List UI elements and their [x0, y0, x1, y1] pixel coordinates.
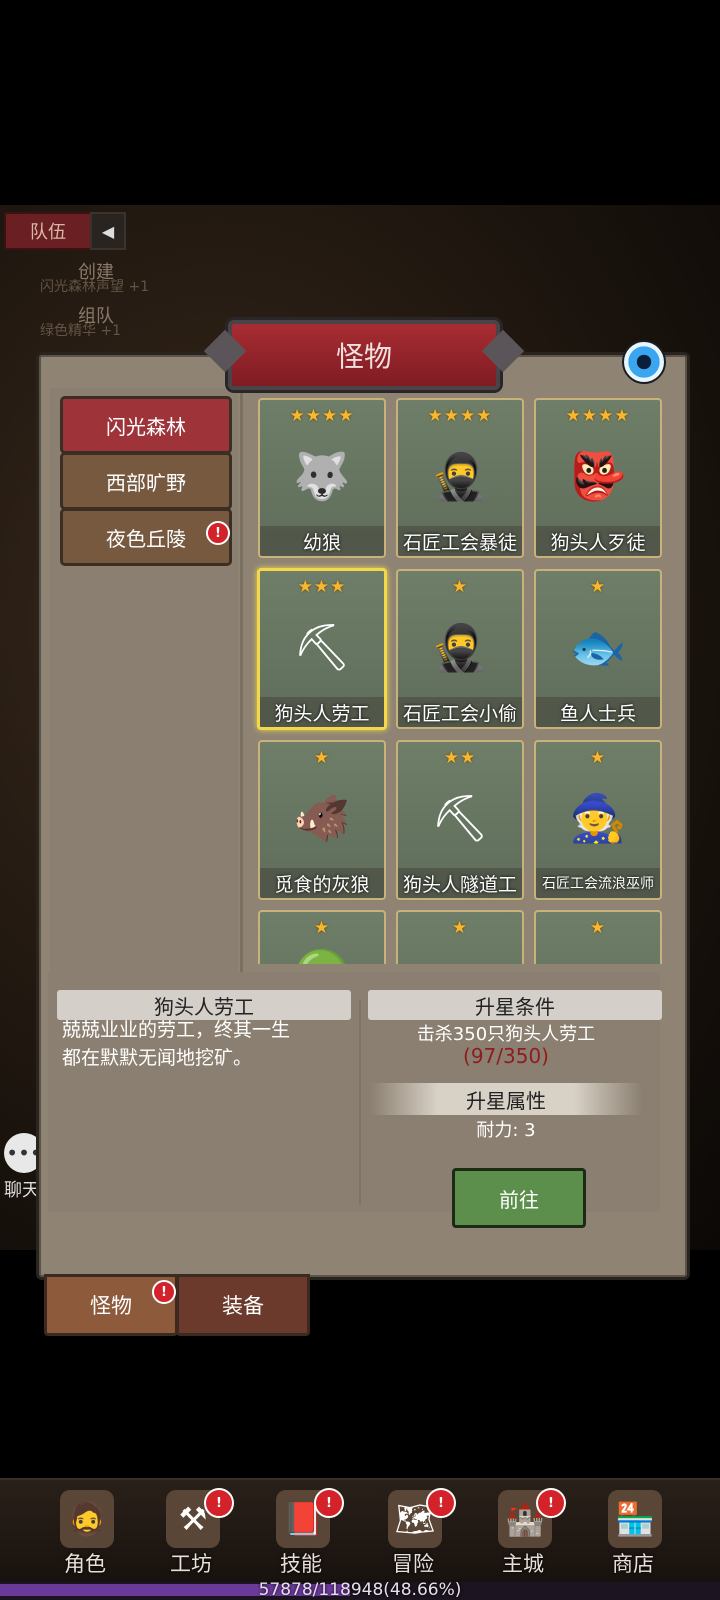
- panel-divider: [240, 388, 243, 973]
- region-alert-badge: !: [206, 521, 230, 545]
- panel-title: 怪物: [228, 320, 500, 390]
- kobold-bandit-icon: 👺: [569, 448, 627, 503]
- gray-wolf-icon: 🐗: [293, 790, 351, 845]
- monster-grid: ★★★★ 🐺 幼狼 ★★★★ 🥷 石匠工会暴徒 ★★★★ 👺 狗头人歹徒 ★★★…: [245, 388, 673, 964]
- kill-progress: (97/350): [463, 1044, 549, 1068]
- monster-card[interactable]: ★ 🟢: [258, 910, 386, 964]
- alert-badge: !: [314, 1488, 344, 1518]
- description-line: 兢兢业业的劳工，终其一生: [62, 1019, 291, 1041]
- goto-button[interactable]: 前往: [452, 1168, 586, 1228]
- star-rating: ★: [313, 918, 331, 938]
- star-rating: ★: [451, 918, 469, 938]
- monster-card[interactable]: ★ 🐟 鱼人士兵: [534, 569, 662, 729]
- region-label: 西部旷野: [106, 470, 186, 495]
- nav-main-city[interactable]: 🏰 ! 主城: [478, 1484, 568, 1580]
- monster-card-selected[interactable]: ★★★ ⛏ 狗头人劳工: [257, 568, 387, 730]
- upgrade-attribute-value: 耐力: 3: [476, 1120, 536, 1141]
- hooded-monster-icon: 🟢: [287, 938, 357, 965]
- nav-label: 商店: [612, 1552, 654, 1576]
- star-rating: ★★★★: [427, 406, 493, 426]
- region-label: 闪光森林: [106, 414, 186, 439]
- nav-label: 角色: [64, 1552, 106, 1576]
- xp-text: 57878/118948(48.66%): [258, 1580, 462, 1600]
- masked-thief-icon: 🥷: [431, 619, 489, 674]
- monster-name: 石匠工会流浪巫师: [536, 868, 660, 898]
- upgrade-condition: 击杀350只狗头人劳工: [416, 1024, 596, 1045]
- star-rating: ★★: [443, 748, 477, 768]
- tab-alert-badge: !: [152, 1280, 176, 1304]
- chat-label[interactable]: 聊天: [4, 1176, 40, 1202]
- essence-notice: 绿色精华 +1: [40, 323, 122, 339]
- tab-label: 怪物: [90, 1294, 132, 1318]
- nav-label: 主城: [502, 1552, 544, 1576]
- star-rating: ★: [589, 918, 607, 938]
- monster-card[interactable]: ★ 🧙 石匠工会流浪巫师: [534, 740, 662, 900]
- monster-name: 石匠工会暴徒: [398, 526, 522, 556]
- star-rating: ★: [451, 577, 469, 597]
- star-rating: ★: [313, 748, 331, 768]
- nav-shop[interactable]: 🏪 商店: [588, 1484, 678, 1580]
- monster-description: 兢兢业业的劳工，终其一生 都在默默无闻地挖矿。: [62, 1016, 347, 1072]
- team-tab[interactable]: 队伍: [4, 212, 92, 250]
- nav-workshop[interactable]: ⚒ ! 工坊: [146, 1484, 236, 1580]
- monster-name: 幼狼: [260, 526, 384, 556]
- monster-name: 鱼人士兵: [536, 697, 660, 727]
- eye-icon[interactable]: [622, 340, 666, 384]
- nav-adventure[interactable]: 🗺 ! 冒险: [368, 1484, 458, 1580]
- region-label: 夜色丘陵: [106, 526, 186, 551]
- monster-card[interactable]: ★: [534, 910, 662, 964]
- collapse-arrow-icon[interactable]: ◀: [90, 212, 126, 250]
- region-shining-forest[interactable]: 闪光森林: [60, 396, 232, 454]
- nav-label: 工坊: [170, 1552, 212, 1576]
- monster-card[interactable]: ★★★★ 🥷 石匠工会暴徒: [396, 398, 524, 558]
- star-rating: ★: [589, 748, 607, 768]
- tab-equipment[interactable]: 装备: [176, 1274, 310, 1336]
- monster-card[interactable]: ★★★★ 👺 狗头人歹徒: [534, 398, 662, 558]
- monster-card[interactable]: ★★ ⛏ 狗头人隧道工: [396, 740, 524, 900]
- monster-name: 石匠工会小偷: [398, 697, 522, 727]
- upgrade-condition-title: 升星条件: [368, 990, 662, 1020]
- monster-card[interactable]: ★: [396, 910, 524, 964]
- alert-badge: !: [204, 1488, 234, 1518]
- monster-name: 狗头人隧道工: [398, 868, 522, 898]
- masked-thug-icon: 🥷: [431, 448, 489, 503]
- upgrade-attribute-title: 升星属性: [370, 1083, 642, 1115]
- character-icon: 🧔: [60, 1490, 114, 1548]
- monster-card[interactable]: ★★★★ 🐺 幼狼: [258, 398, 386, 558]
- nav-character[interactable]: 🧔 角色: [40, 1484, 130, 1580]
- monster-name: 狗头人歹徒: [536, 526, 660, 556]
- monster-card[interactable]: ★ 🥷 石匠工会小偷: [396, 569, 524, 729]
- murloc-soldier-icon: 🐟: [569, 619, 627, 674]
- nav-label: 技能: [280, 1552, 322, 1576]
- tab-label: 装备: [222, 1294, 264, 1318]
- region-western-wilds[interactable]: 西部旷野: [60, 452, 232, 510]
- monster-card[interactable]: ★ 🐗 觅食的灰狼: [258, 740, 386, 900]
- alert-badge: !: [536, 1488, 566, 1518]
- shop-icon: 🏪: [608, 1490, 662, 1548]
- kobold-tunneler-icon: ⛏: [430, 790, 490, 845]
- nav-skills[interactable]: 📕 ! 技能: [256, 1484, 346, 1580]
- monster-name: 觅食的灰狼: [260, 868, 384, 898]
- star-rating: ★: [589, 577, 607, 597]
- wolf-cub-icon: 🐺: [293, 448, 351, 503]
- reputation-notice: 闪光森林声望 +1: [40, 279, 150, 295]
- wandering-mage-icon: 🧙: [569, 790, 627, 845]
- monster-name: 狗头人劳工: [260, 697, 384, 727]
- star-rating: ★★★★: [565, 406, 631, 426]
- star-rating: ★★★: [297, 577, 347, 597]
- star-rating: ★★★★: [289, 406, 355, 426]
- nav-label: 冒险: [392, 1552, 434, 1576]
- alert-badge: !: [426, 1488, 456, 1518]
- kobold-miner-icon: ⛏: [292, 619, 352, 674]
- description-line: 都在默默无闻地挖矿。: [62, 1047, 253, 1069]
